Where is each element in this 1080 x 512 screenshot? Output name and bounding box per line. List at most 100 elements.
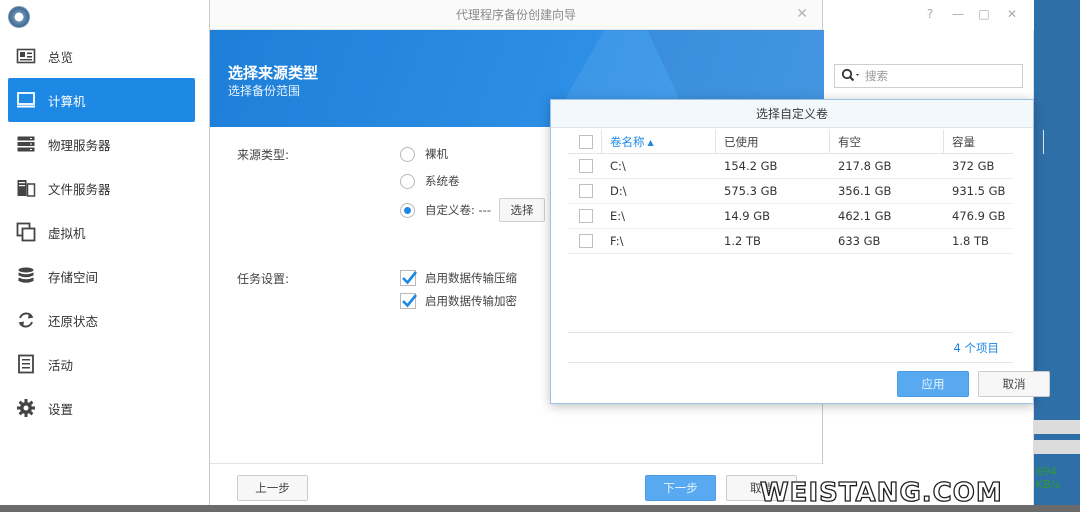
item-count: 4 个项目 — [953, 341, 999, 355]
checkbox-label: 启用数据传输压缩 — [425, 271, 517, 285]
table-footer-divider — [568, 332, 1013, 333]
sidebar-nav: 总览 计算机 物理服务器 文件服务器 虚拟机 存储空间 还原状态 活动 设置 — [8, 34, 195, 430]
checkbox-encryption[interactable]: 启用数据传输加密 — [400, 293, 517, 309]
search-input[interactable]: 搜索 — [834, 64, 1023, 88]
sidebar-item-overview[interactable]: 总览 — [8, 34, 195, 78]
gear-icon — [16, 398, 36, 418]
server-icon — [16, 134, 36, 154]
sidebar-item-settings[interactable]: 设置 — [8, 386, 195, 430]
cell-volume-name: D:\ — [610, 184, 627, 198]
background-row — [1034, 440, 1080, 454]
sidebar-item-label: 还原状态 — [48, 313, 99, 329]
cell-free: 462.1 GB — [838, 209, 892, 223]
help-icon[interactable]: ? — [922, 6, 938, 22]
cell-used: 1.2 TB — [724, 234, 761, 248]
sidebar: 总览 计算机 物理服务器 文件服务器 虚拟机 存储空间 还原状态 活动 设置 — [0, 0, 210, 512]
column-header-free[interactable]: 有空 — [830, 130, 944, 154]
maximize-icon[interactable]: □ — [976, 6, 992, 22]
computer-icon — [16, 90, 36, 110]
storage-icon — [16, 266, 36, 286]
wizard-heading: 选择来源类型 — [228, 64, 319, 82]
sidebar-item-label: 总览 — [48, 49, 74, 65]
background-window-titlebar: ? — □ ✕ — [822, 0, 1034, 30]
column-header-volume-name[interactable]: 卷名称 ▲ — [602, 130, 716, 154]
cell-used: 14.9 GB — [724, 209, 771, 223]
sidebar-item-label: 设置 — [48, 401, 74, 417]
checkbox-label: 启用数据传输加密 — [425, 294, 517, 308]
table-row[interactable]: C:\ 154.2 GB 217.8 GB 372 GB — [568, 154, 1013, 179]
sidebar-item-label: 物理服务器 — [48, 137, 111, 153]
sidebar-item-physical-server[interactable]: 物理服务器 — [8, 122, 195, 166]
background-row — [1034, 420, 1080, 434]
task-settings-label: 任务设置: — [237, 272, 290, 286]
cell-used: 575.3 GB — [724, 184, 778, 198]
watermark: WEISTANG.COM — [759, 477, 1003, 508]
row-checkbox[interactable] — [579, 209, 593, 223]
picker-cancel-button[interactable]: 取消 — [978, 371, 1050, 397]
restore-icon — [16, 310, 36, 330]
virtual-machine-icon — [16, 222, 36, 242]
row-checkbox[interactable] — [579, 159, 593, 173]
cell-volume-name: E:\ — [610, 209, 626, 223]
sidebar-item-file-server[interactable]: 文件服务器 — [8, 166, 195, 210]
cell-free: 217.8 GB — [838, 159, 892, 173]
apply-button[interactable]: 应用 — [897, 371, 969, 397]
radio-button[interactable] — [400, 173, 415, 189]
radio-system-volume[interactable]: 系统卷 — [400, 173, 460, 189]
wizard-title: 代理程序备份创建向导 — [210, 0, 822, 30]
checkmark-icon — [402, 271, 418, 285]
sidebar-item-virtual-machine[interactable]: 虚拟机 — [8, 210, 195, 254]
picker-title: 选择自定义卷 — [551, 100, 1033, 128]
sidebar-item-computer[interactable]: 计算机 — [8, 78, 195, 122]
cell-capacity: 1.8 TB — [952, 234, 989, 248]
volume-table: 卷名称 ▲ 已使用 有空 容量 C:\ 154.2 GB 217.8 GB 372… — [568, 130, 1044, 254]
cell-capacity: 931.5 GB — [952, 184, 1006, 198]
checkbox-compression[interactable]: 启用数据传输压缩 — [400, 270, 517, 286]
cell-capacity: 372 GB — [952, 159, 995, 173]
transfer-speed: 694 KB/s — [1036, 465, 1061, 491]
wizard-subheading: 选择备份范围 — [228, 84, 301, 98]
previous-button[interactable]: 上一步 — [237, 475, 308, 501]
sidebar-item-restore-status[interactable]: 还原状态 — [8, 298, 195, 342]
radio-label: 自定义卷: --- — [425, 203, 491, 217]
sidebar-item-label: 虚拟机 — [48, 225, 86, 241]
minimize-icon[interactable]: — — [950, 6, 966, 22]
custom-volume-picker-dialog: 选择自定义卷 卷名称 ▲ 已使用 有空 容量 C:\ 154.2 GB 217.8… — [550, 99, 1050, 404]
select-volume-button[interactable]: 选择 — [499, 198, 545, 222]
checkbox-column-header — [568, 130, 602, 154]
activity-icon — [16, 354, 36, 374]
sidebar-item-label: 活动 — [48, 357, 74, 373]
file-server-icon — [16, 178, 36, 198]
table-header: 卷名称 ▲ 已使用 有空 容量 — [568, 130, 1044, 154]
table-row[interactable]: D:\ 575.3 GB 356.1 GB 931.5 GB — [568, 179, 1013, 204]
search-placeholder: 搜索 — [865, 69, 888, 83]
app-logo-icon[interactable] — [8, 6, 30, 28]
next-button[interactable]: 下一步 — [645, 475, 716, 501]
cell-capacity: 476.9 GB — [952, 209, 1006, 223]
close-icon[interactable]: ✕ — [1004, 6, 1020, 22]
checkbox[interactable] — [400, 293, 418, 309]
sidebar-item-storage[interactable]: 存储空间 — [8, 254, 195, 298]
radio-button[interactable] — [400, 202, 415, 218]
radio-label: 裸机 — [425, 147, 448, 161]
column-header-used[interactable]: 已使用 — [716, 130, 830, 154]
table-row[interactable]: F:\ 1.2 TB 633 GB 1.8 TB — [568, 229, 1013, 254]
wizard-close-icon[interactable]: ✕ — [796, 6, 808, 22]
row-checkbox[interactable] — [579, 234, 593, 248]
sidebar-item-label: 计算机 — [48, 93, 86, 109]
radio-bare-metal[interactable]: 裸机 — [400, 146, 448, 162]
row-checkbox[interactable] — [579, 184, 593, 198]
search-icon — [841, 68, 861, 85]
checkbox[interactable] — [400, 270, 418, 286]
table-row[interactable]: E:\ 14.9 GB 462.1 GB 476.9 GB — [568, 204, 1013, 229]
radio-custom-volume[interactable]: 自定义卷: --- — [400, 202, 491, 218]
radio-button[interactable] — [400, 146, 415, 162]
column-header-capacity[interactable]: 容量 — [944, 130, 1044, 154]
cell-free: 356.1 GB — [838, 184, 892, 198]
cell-free: 633 GB — [838, 234, 881, 248]
sidebar-item-activity[interactable]: 活动 — [8, 342, 195, 386]
picker-footer-divider — [568, 362, 1013, 363]
cell-volume-name: F:\ — [610, 234, 624, 248]
cell-used: 154.2 GB — [724, 159, 778, 173]
source-type-label: 来源类型: — [237, 148, 290, 162]
